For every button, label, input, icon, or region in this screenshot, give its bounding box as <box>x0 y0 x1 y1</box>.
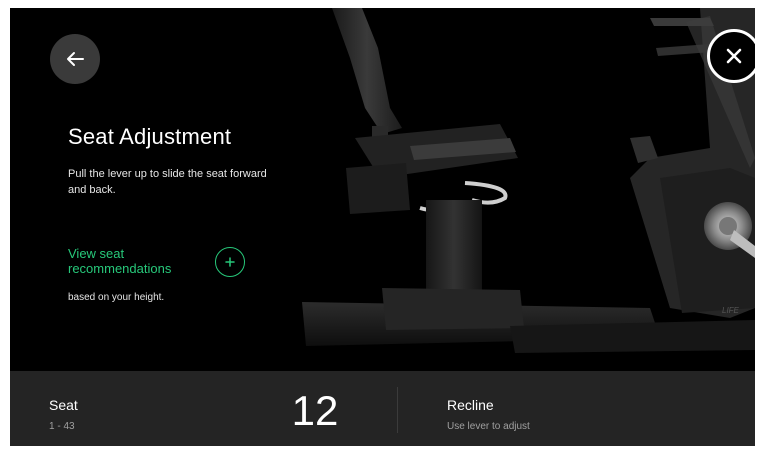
close-icon <box>726 48 742 64</box>
svg-text:LIFE: LIFE <box>722 306 740 315</box>
page-title: Seat Adjustment <box>68 124 232 149</box>
plus-icon <box>225 257 235 267</box>
settings-bar: Seat 1 - 43 12 Recline Use lever to adju… <box>10 371 755 446</box>
arrow-left-icon <box>67 52 84 66</box>
seat-range: 1 - 43 <box>49 421 75 432</box>
divider <box>397 387 398 433</box>
recline-label: Recline <box>447 397 494 413</box>
recommendation-subtext: based on your height. <box>68 292 165 303</box>
recline-hint: Use lever to adjust <box>447 421 530 432</box>
seat-adjustment-screen: LIFE Seat Adjustment Pull the lever up t… <box>10 8 755 446</box>
instructions-text: Pull the lever up to slide the seat forw… <box>68 168 267 196</box>
back-button[interactable] <box>50 34 100 84</box>
view-seat-recommendations-link[interactable]: View seat recommendations <box>68 246 208 276</box>
expand-recommendations-button[interactable] <box>215 247 245 277</box>
close-button[interactable] <box>707 29 755 83</box>
seat-label: Seat <box>49 397 78 413</box>
seat-position-value[interactable]: 12 <box>260 387 370 435</box>
